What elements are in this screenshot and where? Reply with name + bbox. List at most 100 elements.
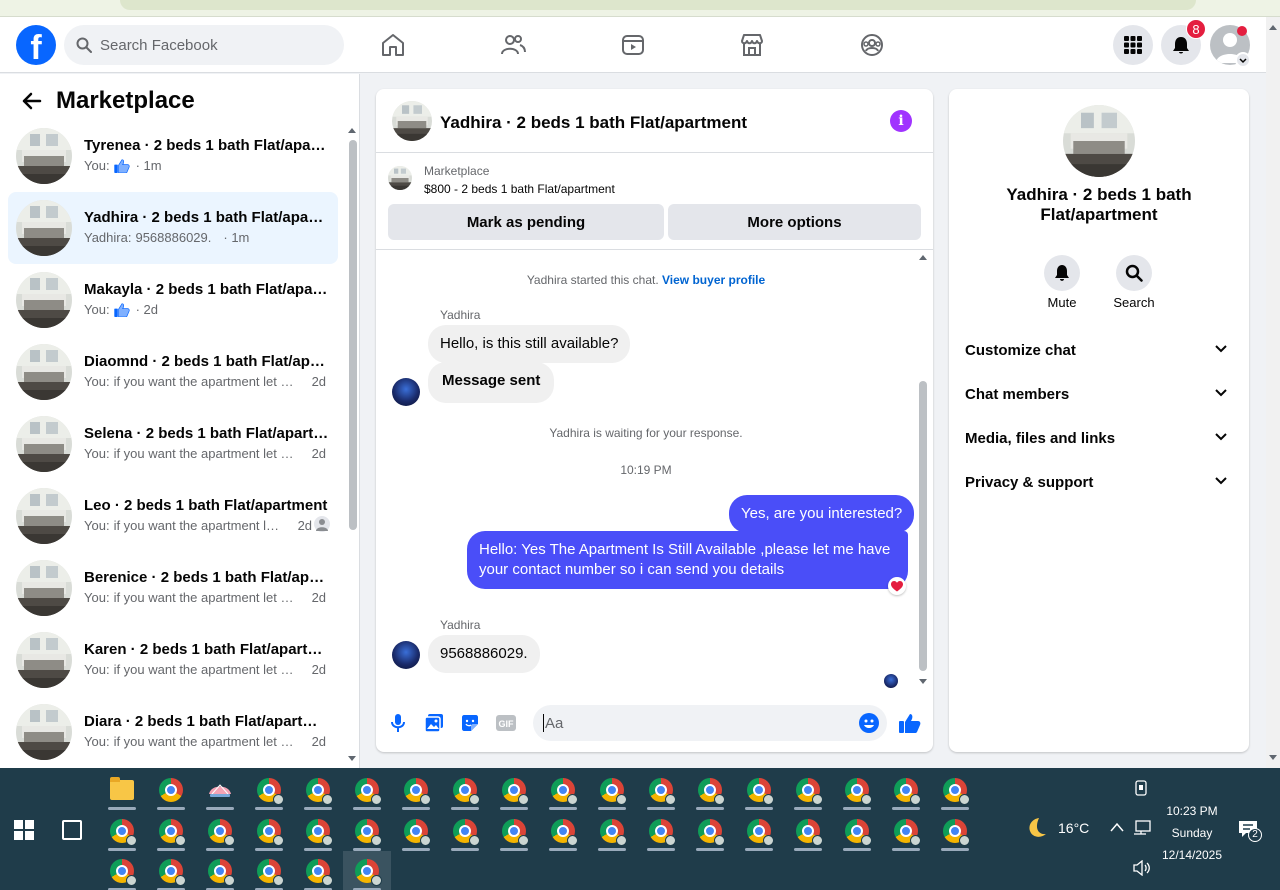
app-shell-icon[interactable] [196, 770, 244, 810]
chrome-icon[interactable] [196, 811, 244, 851]
chevron-down-icon[interactable] [1235, 52, 1251, 68]
listing-photo[interactable] [388, 166, 412, 190]
incoming-message[interactable]: Message sent [428, 362, 555, 403]
menu-grid-icon[interactable] [1113, 25, 1153, 65]
chrome-icon[interactable] [294, 811, 342, 851]
conversation-item[interactable]: Diara · 2 beds 1 bath Flat/apartment You:… [8, 696, 338, 768]
chrome-icon[interactable] [245, 770, 293, 810]
chrome-icon[interactable] [343, 770, 391, 810]
chrome-icon[interactable] [294, 851, 342, 890]
microphone-icon[interactable] [386, 711, 410, 735]
chrome-icon[interactable] [735, 811, 783, 851]
chrome-icon[interactable] [882, 811, 930, 851]
friends-icon[interactable] [497, 29, 529, 61]
conversation-item[interactable]: Berenice · 2 beds 1 bath Flat/apartment Y… [8, 552, 338, 624]
conversation-item[interactable]: Diaomnd · 2 beds 1 bath Flat/apartment Yo… [8, 336, 338, 408]
chrome-icon[interactable] [343, 811, 391, 851]
chrome-icon[interactable] [833, 770, 881, 810]
chrome-icon[interactable] [588, 811, 636, 851]
chrome-icon[interactable] [637, 811, 685, 851]
section-chat-members[interactable]: Chat members [957, 373, 1241, 417]
chrome-icon[interactable] [147, 811, 195, 851]
message-input[interactable] [545, 705, 845, 741]
conversation-list-scrollbar[interactable] [346, 128, 358, 762]
chrome-icon[interactable] [98, 851, 146, 890]
chrome-icon[interactable] [343, 851, 391, 890]
outgoing-message[interactable]: Yes, are you interested? [729, 495, 915, 533]
network-icon[interactable] [1133, 820, 1151, 836]
chrome-icon[interactable] [931, 770, 979, 810]
mark-as-pending-button[interactable]: Mark as pending [388, 204, 664, 240]
conversation-item[interactable]: Yadhira · 2 beds 1 bath Flat/apartment Ya… [8, 192, 338, 264]
chrome-icon[interactable] [441, 770, 489, 810]
chrome-icon[interactable] [98, 811, 146, 851]
chrome-icon[interactable] [784, 811, 832, 851]
file-explorer-icon[interactable] [98, 770, 146, 810]
search-bar[interactable] [64, 25, 344, 65]
chrome-icon[interactable] [588, 770, 636, 810]
conversation-item[interactable]: Selena · 2 beds 1 bath Flat/apartment You… [8, 408, 338, 480]
chrome-icon[interactable] [490, 811, 538, 851]
thumbs-up-send-icon[interactable] [898, 711, 922, 735]
sender-avatar[interactable] [392, 378, 420, 406]
chrome-icon[interactable] [294, 770, 342, 810]
groups-icon[interactable] [856, 29, 888, 61]
device-icon[interactable] [1134, 780, 1148, 796]
chrome-icon[interactable] [539, 811, 587, 851]
section-customize-chat[interactable]: Customize chat [957, 329, 1241, 373]
info-icon[interactable]: i [890, 110, 912, 132]
photo-gallery-icon[interactable] [422, 711, 446, 735]
chrome-icon[interactable] [147, 770, 195, 810]
sticker-icon[interactable] [458, 711, 482, 735]
chrome-icon[interactable] [196, 851, 244, 890]
heart-reaction-icon[interactable] [888, 577, 906, 595]
chrome-icon[interactable] [392, 811, 440, 851]
more-options-button[interactable]: More options [668, 204, 921, 240]
chrome-icon[interactable] [686, 811, 734, 851]
chrome-icon[interactable] [539, 770, 587, 810]
chrome-icon[interactable] [686, 770, 734, 810]
browser-address-bar[interactable] [120, 0, 1196, 10]
chrome-icon[interactable] [833, 811, 881, 851]
weather-widget[interactable]: 16°C [1024, 816, 1089, 840]
speaker-icon[interactable] [1133, 860, 1151, 876]
home-icon[interactable] [377, 29, 409, 61]
emoji-icon[interactable] [859, 713, 879, 733]
view-buyer-profile-link[interactable]: View buyer profile [662, 273, 765, 287]
task-view-icon[interactable] [62, 820, 82, 840]
search-input[interactable] [100, 25, 336, 65]
listing-photo[interactable] [1063, 105, 1135, 177]
chrome-icon[interactable] [245, 811, 293, 851]
chrome-icon[interactable] [245, 851, 293, 890]
marketplace-store-icon[interactable] [736, 29, 768, 61]
chrome-icon[interactable] [882, 770, 930, 810]
chrome-icon[interactable] [735, 770, 783, 810]
chrome-icon[interactable] [441, 811, 489, 851]
chrome-icon[interactable] [392, 770, 440, 810]
gif-icon[interactable]: GIF [494, 711, 518, 735]
chrome-icon[interactable] [784, 770, 832, 810]
conversation-item[interactable]: Karen · 2 beds 1 bath Flat/apartment You:… [8, 624, 338, 696]
back-arrow-icon[interactable] [20, 90, 42, 112]
chrome-icon[interactable] [147, 851, 195, 890]
incoming-message[interactable]: Hello, is this still available? [428, 325, 631, 363]
chrome-icon[interactable] [637, 770, 685, 810]
section-media-files-links[interactable]: Media, files and links [957, 417, 1241, 461]
facebook-logo-icon[interactable]: f [16, 25, 56, 65]
video-icon[interactable] [617, 29, 649, 61]
notification-center-icon[interactable]: 2 [1238, 820, 1262, 842]
mute-button[interactable]: Mute [1032, 255, 1092, 310]
incoming-message[interactable]: 9568886029. [428, 635, 540, 673]
search-in-chat-button[interactable]: Search [1104, 255, 1164, 310]
chevron-up-icon[interactable] [1110, 822, 1124, 832]
message-input-field[interactable] [533, 705, 887, 741]
listing-photo[interactable] [392, 101, 432, 141]
chat-scrollbar[interactable] [917, 253, 929, 687]
chrome-icon[interactable] [490, 770, 538, 810]
conversation-item[interactable]: Leo · 2 beds 1 bath Flat/apartment You: if… [8, 480, 338, 552]
outgoing-message[interactable]: Hello: Yes The Apartment Is Still Availa… [467, 531, 908, 589]
system-clock[interactable]: 10:23 PM Sunday 12/14/2025 [1150, 800, 1234, 866]
sender-avatar[interactable] [392, 641, 420, 669]
listing-name[interactable]: $800 - 2 beds 1 bath Flat/apartment [424, 182, 615, 196]
section-privacy-support[interactable]: Privacy & support [957, 461, 1241, 505]
